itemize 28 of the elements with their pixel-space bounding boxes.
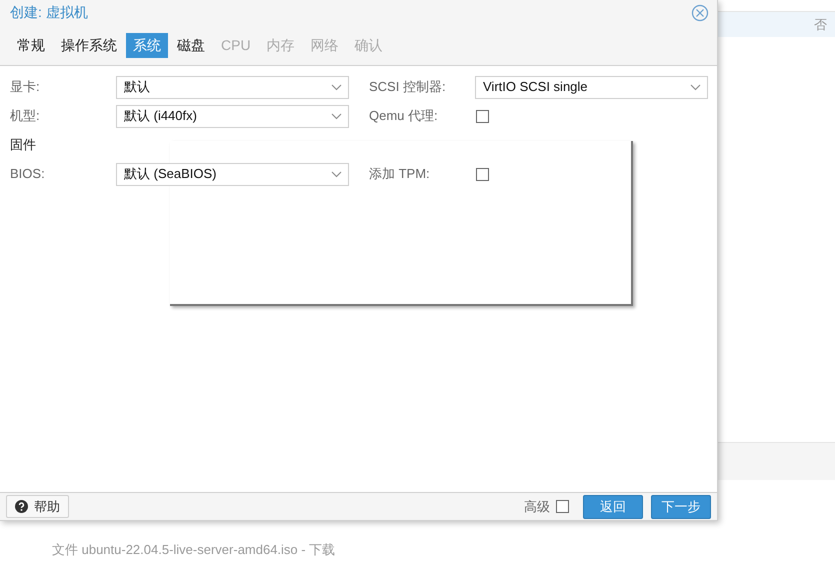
dropdown-field[interactable]: 默认 (i440fx) <box>116 104 349 128</box>
field-label: BIOS: <box>10 165 46 184</box>
help-icon <box>15 500 28 513</box>
checkbox[interactable] <box>476 168 489 180</box>
table-cell-text: 否 <box>814 16 827 34</box>
dropdown-field[interactable]: 默认 <box>116 76 349 98</box>
field-label: 机型: <box>10 107 41 126</box>
tab[interactable]: 操作系统 <box>54 32 124 58</box>
help-button[interactable]: 帮助 <box>6 495 69 518</box>
chevron-icon <box>331 112 342 120</box>
close-icon[interactable] <box>691 4 709 22</box>
window-title: 创建: 虚拟机 <box>10 3 88 22</box>
field-label: 显卡: <box>10 78 41 96</box>
field-label: SCSI 控制器: <box>369 78 447 96</box>
status-text: 文件 ubuntu-22.04.5-live-server-amd64.iso - 下载 <box>52 542 336 557</box>
chevron-icon <box>331 170 342 178</box>
chevron-icon <box>690 84 701 90</box>
tab[interactable]: 磁盘 <box>170 32 212 58</box>
chevron-icon <box>331 84 342 90</box>
section-heading: 固件 <box>10 136 37 154</box>
field-label: Qemu 代理: <box>369 107 439 126</box>
advanced-label: 高级 <box>524 498 550 516</box>
dropdown-field[interactable]: 默认 (SeaBIOS) <box>116 162 349 186</box>
tab[interactable]: 常规 <box>10 32 52 58</box>
checkbox[interactable] <box>476 110 489 122</box>
field-label: 添加 TPM: <box>369 165 431 184</box>
dropdown-field[interactable]: VirtIO SCSI single <box>475 76 708 98</box>
advanced-checkbox[interactable] <box>556 500 569 513</box>
